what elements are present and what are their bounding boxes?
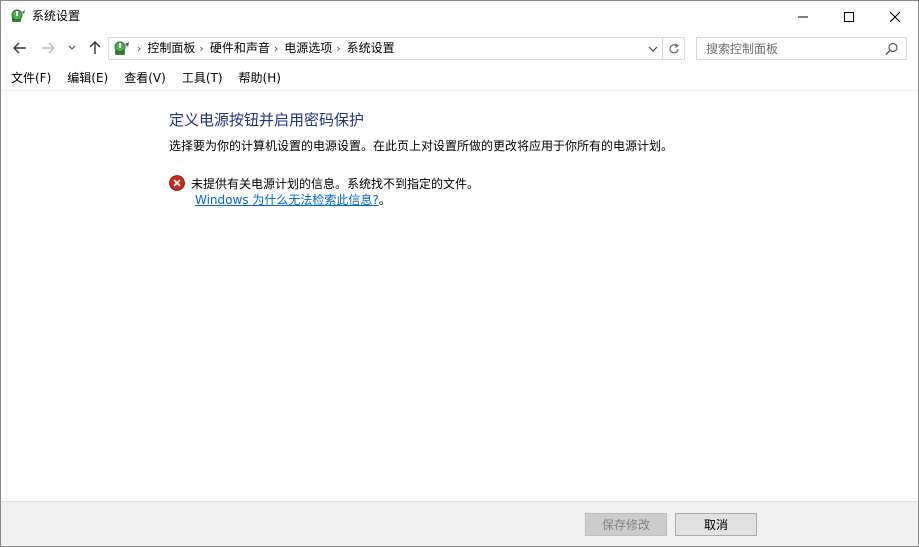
error-help-row: Windows 为什么无法检索此信息?。: [195, 192, 391, 208]
arrow-up-icon: [89, 41, 101, 54]
error-help-link[interactable]: Windows 为什么无法检索此信息?: [195, 193, 379, 207]
control-panel-window: 系统设置 › 控制面板 › 硬件和声音 › 电源选项 › 系统设置 搜索控制面板…: [0, 0, 919, 547]
refresh-icon: [668, 42, 679, 53]
breadcrumb-item-control-panel[interactable]: 控制面板: [147, 38, 195, 59]
minimize-button[interactable]: [780, 1, 826, 32]
forward-button[interactable]: [38, 38, 58, 58]
search-box[interactable]: [696, 37, 907, 60]
recent-locations-button[interactable]: [65, 38, 79, 58]
footer-bar: 保存修改 取消: [1, 501, 918, 546]
close-button[interactable]: [872, 1, 918, 32]
arrow-left-icon: [13, 42, 26, 54]
title-bar[interactable]: 系统设置: [1, 1, 918, 32]
window-title: 系统设置: [32, 9, 81, 23]
save-changes-button[interactable]: 保存修改: [585, 513, 667, 536]
page-description: 选择要为你的计算机设置的电源设置。在此页上对设置所做的更改将应用于你所有的电源计…: [169, 139, 674, 153]
error-help-suffix: 。: [378, 193, 391, 207]
maximize-icon: [844, 11, 854, 22]
menu-item-file[interactable]: 文件(F): [1, 67, 57, 89]
up-button[interactable]: [85, 38, 105, 58]
search-icon[interactable]: [885, 42, 899, 56]
breadcrumb-item-hardware-sound[interactable]: 硬件和声音: [210, 38, 270, 59]
menu-item-view[interactable]: 查看(V): [114, 67, 172, 89]
error-message: 未提供有关电源计划的信息。系统找不到指定的文件。: [191, 177, 480, 191]
menu-item-edit[interactable]: 编辑(E): [57, 67, 114, 89]
breadcrumb-separator[interactable]: ›: [332, 38, 346, 59]
chevron-down-icon: [68, 45, 76, 50]
menu-item-tools[interactable]: 工具(T): [172, 67, 229, 89]
minimize-icon: [798, 16, 808, 17]
control-panel-power-icon: [11, 9, 25, 22]
menu-item-help[interactable]: 帮助(H): [229, 67, 287, 89]
error-icon: [169, 175, 185, 191]
close-icon: [890, 11, 900, 22]
breadcrumb-item-system-settings[interactable]: 系统设置: [347, 38, 395, 59]
breadcrumb: › 控制面板 › 硬件和声音 › 电源选项 › 系统设置: [133, 38, 395, 59]
breadcrumb-separator[interactable]: ›: [270, 38, 284, 59]
back-button[interactable]: [10, 38, 30, 58]
control-panel-power-icon: [114, 41, 129, 55]
main-content: 定义电源按钮并启用密码保护 选择要为你的计算机设置的电源设置。在此页上对设置所做…: [1, 91, 918, 501]
breadcrumb-item-power-options[interactable]: 电源选项: [284, 38, 332, 59]
navigation-row: › 控制面板 › 硬件和声音 › 电源选项 › 系统设置: [1, 34, 918, 62]
page-title: 定义电源按钮并启用密码保护: [169, 111, 365, 129]
arrow-right-icon: [42, 42, 55, 54]
maximize-button[interactable]: [826, 1, 872, 32]
menu-bar: 文件(F) 编辑(E) 查看(V) 工具(T) 帮助(H): [1, 67, 918, 89]
chevron-down-icon: [648, 46, 658, 52]
cancel-button[interactable]: 取消: [675, 513, 757, 536]
address-bar[interactable]: › 控制面板 › 硬件和声音 › 电源选项 › 系统设置: [108, 37, 663, 60]
breadcrumb-separator[interactable]: ›: [195, 38, 209, 59]
search-input[interactable]: [697, 38, 877, 59]
breadcrumb-separator[interactable]: ›: [133, 38, 147, 59]
address-history-dropdown[interactable]: [644, 38, 662, 59]
refresh-button[interactable]: [663, 37, 685, 60]
